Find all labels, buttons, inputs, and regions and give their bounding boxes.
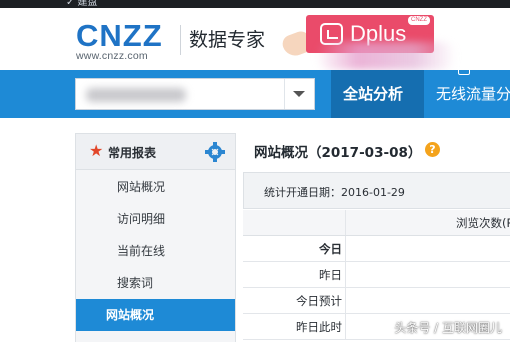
sidebar-item-search-terms[interactable]: 搜索词: [76, 267, 235, 299]
mobile-icon: [458, 55, 470, 75]
gear-icon[interactable]: [205, 142, 225, 162]
row-label: 昨日此时: [296, 320, 342, 334]
sidebar-item-online-now[interactable]: 当前在线: [76, 235, 235, 267]
column-header-pv: 浏览次数(PV: [456, 216, 510, 230]
sidebar-title: 常用报表: [108, 146, 157, 160]
tab-mobile-traffic[interactable]: 无线流量分: [436, 70, 510, 118]
chevron-down-icon: [293, 91, 305, 97]
top-strip-text: ✓ 建盘: [66, 0, 98, 8]
watermark: 头条号 / 互联网圈儿: [394, 321, 502, 335]
start-date-text: 统计开通日期：2016-01-29: [264, 186, 405, 199]
blurred-region: [316, 42, 456, 70]
sidebar-item-site-overview-active[interactable]: 网站概况: [76, 299, 235, 331]
logo-divider: [180, 25, 181, 55]
table-row: 今日: [243, 236, 510, 262]
row-label: 昨日: [319, 268, 342, 282]
logo-mark: CNZZ: [76, 18, 163, 53]
row-label: 今日: [319, 242, 342, 256]
row-label: 今日预计: [296, 294, 342, 308]
tab-site-analysis[interactable]: 全站分析: [343, 70, 403, 118]
dplus-cnzz-tag: CNZZ: [408, 16, 430, 25]
sidebar-header: ★ 常用报表: [76, 134, 235, 170]
info-box: 统计开通日期：2016-01-29: [243, 172, 510, 209]
table-row: 昨日: [243, 262, 510, 288]
sidebar-item-visit-details[interactable]: 访问明细: [76, 203, 235, 235]
sidebar: ★ 常用报表 网站概况 访问明细 当前在线 搜索词 网站概况: [75, 133, 236, 342]
top-strip: ✓ 建盘: [0, 0, 510, 8]
page-title: 网站概况（2017-03-08）: [254, 145, 422, 161]
table-row: 今日预计: [243, 288, 510, 314]
table-header-row: 浏览次数(PV: [243, 210, 510, 236]
star-icon: ★: [89, 141, 104, 160]
site-selector-dropdown[interactable]: [284, 79, 314, 109]
site-name-blurred: [86, 88, 186, 102]
main-nav-bar: 全站分析 无线流量分: [0, 70, 510, 118]
help-icon[interactable]: ?: [425, 142, 440, 157]
cnzz-logo[interactable]: CNZZ www.cnzz.com: [76, 18, 172, 62]
brand-tagline: 数据专家: [189, 29, 266, 51]
site-selector[interactable]: [75, 78, 315, 110]
sidebar-item-site-overview[interactable]: 网站概况: [76, 171, 235, 203]
cnzz-dashboard: ✓ 建盘 CNZZ www.cnzz.com 数据专家 Dplus CNZZ 全…: [0, 0, 510, 342]
